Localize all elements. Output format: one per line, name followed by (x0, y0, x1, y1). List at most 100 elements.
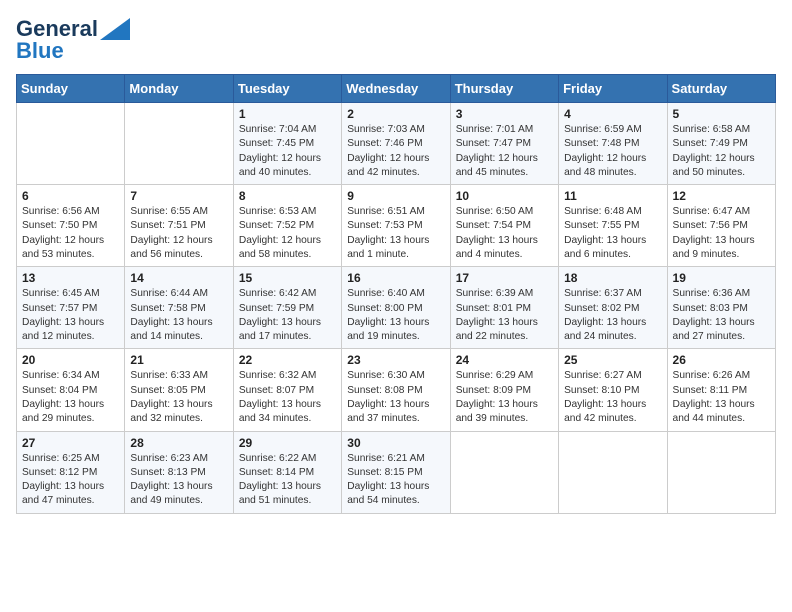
day-cell: 21 Sunrise: 6:33 AMSunset: 8:05 PMDaylig… (125, 349, 233, 431)
col-header-thursday: Thursday (450, 75, 558, 103)
day-cell (559, 431, 667, 513)
day-cell: 12 Sunrise: 6:47 AMSunset: 7:56 PMDaylig… (667, 185, 775, 267)
day-number: 15 (239, 271, 336, 285)
day-cell: 6 Sunrise: 6:56 AMSunset: 7:50 PMDayligh… (17, 185, 125, 267)
day-cell: 4 Sunrise: 6:59 AMSunset: 7:48 PMDayligh… (559, 103, 667, 185)
day-info: Sunrise: 6:50 AMSunset: 7:54 PMDaylight:… (456, 205, 553, 262)
day-info: Sunrise: 6:27 AMSunset: 8:10 PMDaylight:… (564, 369, 661, 426)
day-cell (17, 103, 125, 185)
week-row-2: 6 Sunrise: 6:56 AMSunset: 7:50 PMDayligh… (17, 185, 776, 267)
day-cell: 13 Sunrise: 6:45 AMSunset: 7:57 PMDaylig… (17, 267, 125, 349)
day-cell: 24 Sunrise: 6:29 AMSunset: 8:09 PMDaylig… (450, 349, 558, 431)
day-number: 8 (239, 189, 336, 203)
day-info: Sunrise: 7:01 AMSunset: 7:47 PMDaylight:… (456, 123, 553, 180)
day-number: 24 (456, 353, 553, 367)
day-cell: 16 Sunrise: 6:40 AMSunset: 8:00 PMDaylig… (342, 267, 450, 349)
col-header-sunday: Sunday (17, 75, 125, 103)
week-row-4: 20 Sunrise: 6:34 AMSunset: 8:04 PMDaylig… (17, 349, 776, 431)
day-info: Sunrise: 6:42 AMSunset: 7:59 PMDaylight:… (239, 287, 336, 344)
day-info: Sunrise: 6:21 AMSunset: 8:15 PMDaylight:… (347, 452, 444, 509)
day-number: 6 (22, 189, 119, 203)
day-number: 23 (347, 353, 444, 367)
day-info: Sunrise: 6:22 AMSunset: 8:14 PMDaylight:… (239, 452, 336, 509)
day-number: 29 (239, 436, 336, 450)
day-cell: 17 Sunrise: 6:39 AMSunset: 8:01 PMDaylig… (450, 267, 558, 349)
day-number: 4 (564, 107, 661, 121)
day-cell: 8 Sunrise: 6:53 AMSunset: 7:52 PMDayligh… (233, 185, 341, 267)
day-info: Sunrise: 6:34 AMSunset: 8:04 PMDaylight:… (22, 369, 119, 426)
week-row-3: 13 Sunrise: 6:45 AMSunset: 7:57 PMDaylig… (17, 267, 776, 349)
day-info: Sunrise: 6:23 AMSunset: 8:13 PMDaylight:… (130, 452, 227, 509)
day-cell: 15 Sunrise: 6:42 AMSunset: 7:59 PMDaylig… (233, 267, 341, 349)
day-cell: 26 Sunrise: 6:26 AMSunset: 8:11 PMDaylig… (667, 349, 775, 431)
day-info: Sunrise: 6:40 AMSunset: 8:00 PMDaylight:… (347, 287, 444, 344)
day-info: Sunrise: 6:32 AMSunset: 8:07 PMDaylight:… (239, 369, 336, 426)
day-info: Sunrise: 6:58 AMSunset: 7:49 PMDaylight:… (673, 123, 770, 180)
day-number: 27 (22, 436, 119, 450)
week-row-5: 27 Sunrise: 6:25 AMSunset: 8:12 PMDaylig… (17, 431, 776, 513)
day-info: Sunrise: 6:51 AMSunset: 7:53 PMDaylight:… (347, 205, 444, 262)
day-cell: 9 Sunrise: 6:51 AMSunset: 7:53 PMDayligh… (342, 185, 450, 267)
day-number: 28 (130, 436, 227, 450)
day-number: 26 (673, 353, 770, 367)
day-info: Sunrise: 6:59 AMSunset: 7:48 PMDaylight:… (564, 123, 661, 180)
day-number: 20 (22, 353, 119, 367)
day-info: Sunrise: 6:37 AMSunset: 8:02 PMDaylight:… (564, 287, 661, 344)
day-cell: 18 Sunrise: 6:37 AMSunset: 8:02 PMDaylig… (559, 267, 667, 349)
day-number: 5 (673, 107, 770, 121)
day-number: 22 (239, 353, 336, 367)
day-cell: 30 Sunrise: 6:21 AMSunset: 8:15 PMDaylig… (342, 431, 450, 513)
day-info: Sunrise: 6:45 AMSunset: 7:57 PMDaylight:… (22, 287, 119, 344)
col-header-wednesday: Wednesday (342, 75, 450, 103)
day-number: 1 (239, 107, 336, 121)
day-cell: 7 Sunrise: 6:55 AMSunset: 7:51 PMDayligh… (125, 185, 233, 267)
day-number: 2 (347, 107, 444, 121)
day-cell (450, 431, 558, 513)
day-number: 18 (564, 271, 661, 285)
day-number: 7 (130, 189, 227, 203)
day-cell (125, 103, 233, 185)
day-info: Sunrise: 6:36 AMSunset: 8:03 PMDaylight:… (673, 287, 770, 344)
day-cell: 29 Sunrise: 6:22 AMSunset: 8:14 PMDaylig… (233, 431, 341, 513)
day-info: Sunrise: 6:26 AMSunset: 8:11 PMDaylight:… (673, 369, 770, 426)
day-info: Sunrise: 6:39 AMSunset: 8:01 PMDaylight:… (456, 287, 553, 344)
page-header: General Blue (16, 16, 776, 64)
day-info: Sunrise: 6:25 AMSunset: 8:12 PMDaylight:… (22, 452, 119, 509)
col-header-tuesday: Tuesday (233, 75, 341, 103)
day-cell: 23 Sunrise: 6:30 AMSunset: 8:08 PMDaylig… (342, 349, 450, 431)
day-cell: 20 Sunrise: 6:34 AMSunset: 8:04 PMDaylig… (17, 349, 125, 431)
day-info: Sunrise: 6:47 AMSunset: 7:56 PMDaylight:… (673, 205, 770, 262)
day-cell: 5 Sunrise: 6:58 AMSunset: 7:49 PMDayligh… (667, 103, 775, 185)
day-info: Sunrise: 6:48 AMSunset: 7:55 PMDaylight:… (564, 205, 661, 262)
col-header-monday: Monday (125, 75, 233, 103)
day-cell: 1 Sunrise: 7:04 AMSunset: 7:45 PMDayligh… (233, 103, 341, 185)
day-number: 17 (456, 271, 553, 285)
day-cell: 27 Sunrise: 6:25 AMSunset: 8:12 PMDaylig… (17, 431, 125, 513)
day-info: Sunrise: 7:04 AMSunset: 7:45 PMDaylight:… (239, 123, 336, 180)
day-info: Sunrise: 7:03 AMSunset: 7:46 PMDaylight:… (347, 123, 444, 180)
day-cell (667, 431, 775, 513)
day-cell: 11 Sunrise: 6:48 AMSunset: 7:55 PMDaylig… (559, 185, 667, 267)
logo-blue: Blue (16, 38, 64, 64)
day-number: 9 (347, 189, 444, 203)
day-cell: 22 Sunrise: 6:32 AMSunset: 8:07 PMDaylig… (233, 349, 341, 431)
day-cell: 14 Sunrise: 6:44 AMSunset: 7:58 PMDaylig… (125, 267, 233, 349)
calendar-header: SundayMondayTuesdayWednesdayThursdayFrid… (17, 75, 776, 103)
day-info: Sunrise: 6:53 AMSunset: 7:52 PMDaylight:… (239, 205, 336, 262)
day-number: 30 (347, 436, 444, 450)
week-row-1: 1 Sunrise: 7:04 AMSunset: 7:45 PMDayligh… (17, 103, 776, 185)
day-cell: 19 Sunrise: 6:36 AMSunset: 8:03 PMDaylig… (667, 267, 775, 349)
day-number: 25 (564, 353, 661, 367)
day-cell: 2 Sunrise: 7:03 AMSunset: 7:46 PMDayligh… (342, 103, 450, 185)
day-cell: 3 Sunrise: 7:01 AMSunset: 7:47 PMDayligh… (450, 103, 558, 185)
day-info: Sunrise: 6:33 AMSunset: 8:05 PMDaylight:… (130, 369, 227, 426)
day-number: 13 (22, 271, 119, 285)
day-number: 21 (130, 353, 227, 367)
day-info: Sunrise: 6:56 AMSunset: 7:50 PMDaylight:… (22, 205, 119, 262)
day-info: Sunrise: 6:29 AMSunset: 8:09 PMDaylight:… (456, 369, 553, 426)
col-header-saturday: Saturday (667, 75, 775, 103)
day-number: 3 (456, 107, 553, 121)
calendar-table: SundayMondayTuesdayWednesdayThursdayFrid… (16, 74, 776, 514)
day-number: 12 (673, 189, 770, 203)
day-number: 10 (456, 189, 553, 203)
